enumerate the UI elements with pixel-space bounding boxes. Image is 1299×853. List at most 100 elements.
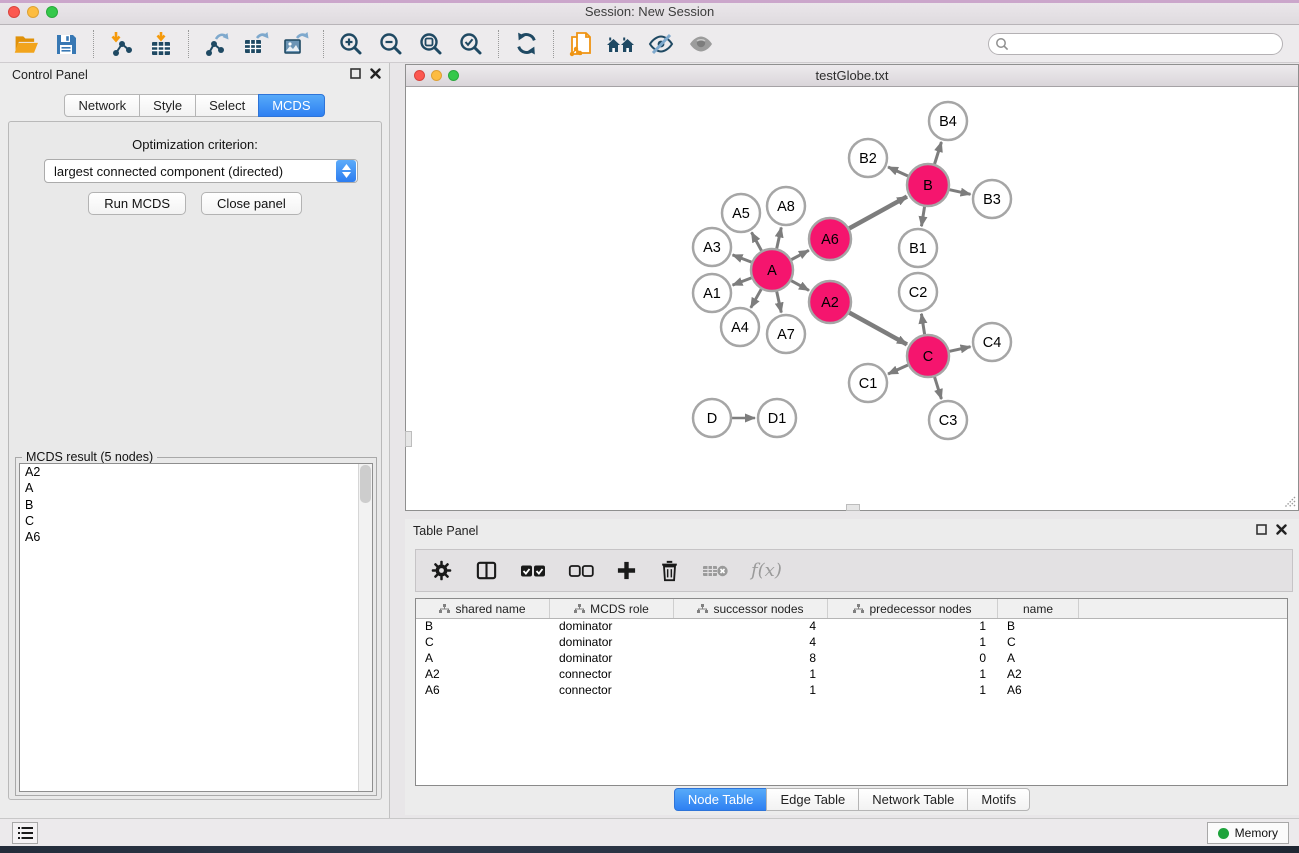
graph-edge-C-C4[interactable] (949, 347, 970, 352)
graph-edge-A-A5[interactable] (752, 232, 762, 250)
table-cell[interactable]: dominator (550, 635, 674, 651)
scrollbar-track[interactable] (358, 464, 372, 791)
column-header-shared-name[interactable]: shared name (416, 599, 550, 618)
graph-node-A7[interactable]: A7 (767, 315, 805, 353)
export-image-button[interactable] (276, 28, 316, 60)
column-header-MCDS-role[interactable]: MCDS role (550, 599, 674, 618)
graph-edge-B-B1[interactable] (921, 207, 924, 227)
tab-mcds[interactable]: MCDS (258, 94, 324, 117)
graph-edge-B-B2[interactable] (888, 167, 908, 176)
delete-table-button[interactable] (702, 563, 729, 579)
table-row[interactable]: A2connector11A2 (416, 667, 1287, 683)
float-panel-icon[interactable] (350, 68, 361, 79)
graph-node-B3[interactable]: B3 (973, 180, 1011, 218)
tab-edge-table[interactable]: Edge Table (766, 788, 859, 811)
graph-node-A5[interactable]: A5 (722, 194, 760, 232)
tab-network-table[interactable]: Network Table (858, 788, 968, 811)
graph-node-C[interactable]: C (907, 335, 949, 377)
graph-node-A1[interactable]: A1 (693, 274, 731, 312)
search-input[interactable] (988, 33, 1283, 55)
table-cell[interactable]: 1 (828, 635, 998, 651)
function-builder-button[interactable]: f(x) (751, 560, 782, 581)
select-all-columns-button[interactable] (520, 564, 546, 578)
table-cell[interactable]: A (416, 651, 550, 667)
network-window-titlebar[interactable]: testGlobe.txt (406, 65, 1298, 87)
table-cell[interactable]: 1 (828, 619, 998, 635)
mcds-result-item[interactable]: C (20, 513, 372, 529)
criterion-select[interactable]: largest connected component (directed) (44, 159, 358, 183)
graph-node-A8[interactable]: A8 (767, 187, 805, 225)
table-cell[interactable]: 1 (674, 683, 828, 699)
table-cell[interactable]: C (998, 635, 1079, 651)
table-cell[interactable]: A2 (416, 667, 550, 683)
table-cell[interactable]: B (416, 619, 550, 635)
create-column-button[interactable] (616, 560, 637, 581)
graph-edge-C-C2[interactable] (921, 314, 924, 335)
table-cell[interactable]: 0 (828, 651, 998, 667)
table-cell[interactable]: A2 (998, 667, 1079, 683)
table-cell[interactable]: 8 (674, 651, 828, 667)
table-cell[interactable]: dominator (550, 619, 674, 635)
table-row[interactable]: Bdominator41B (416, 619, 1287, 635)
column-header-predecessor-nodes[interactable]: predecessor nodes (828, 599, 998, 618)
graph-node-D1[interactable]: D1 (758, 399, 796, 437)
tab-style[interactable]: Style (139, 94, 196, 117)
import-network-button[interactable] (101, 28, 141, 60)
table-row[interactable]: Adominator80A (416, 651, 1287, 667)
run-mcds-button[interactable]: Run MCDS (88, 192, 186, 215)
table-cell[interactable]: connector (550, 683, 674, 699)
hide-selected-button[interactable] (641, 28, 681, 60)
graph-edge-A-A8[interactable] (777, 227, 782, 248)
column-header-name[interactable]: name (998, 599, 1079, 618)
delete-column-button[interactable] (659, 560, 680, 582)
graph-node-C4[interactable]: C4 (973, 323, 1011, 361)
memory-button[interactable]: Memory (1207, 822, 1289, 844)
zoom-out-button[interactable] (371, 28, 411, 60)
table-cell[interactable]: C (416, 635, 550, 651)
table-cell[interactable]: 1 (828, 667, 998, 683)
graph-edge-A-A6[interactable] (791, 250, 808, 259)
graph-node-C2[interactable]: C2 (899, 273, 937, 311)
table-row[interactable]: A6connector11A6 (416, 683, 1287, 699)
resize-grip-icon[interactable] (1282, 494, 1296, 508)
clone-network-button[interactable] (561, 28, 601, 60)
close-panel-button[interactable]: Close panel (201, 192, 302, 215)
graph-edge-A-A2[interactable] (791, 281, 809, 291)
scrollbar-thumb[interactable] (360, 465, 371, 503)
mcds-result-item[interactable]: B (20, 497, 372, 513)
table-cell[interactable]: dominator (550, 651, 674, 667)
export-network-button[interactable] (196, 28, 236, 60)
table-cell[interactable]: 1 (674, 667, 828, 683)
table-cell[interactable]: A6 (998, 683, 1079, 699)
graph-edge-A-A7[interactable] (777, 291, 782, 312)
zoom-fit-button[interactable] (411, 28, 451, 60)
mcds-result-item[interactable]: A (20, 480, 372, 496)
export-table-button[interactable] (236, 28, 276, 60)
graph-node-B[interactable]: B (907, 164, 949, 206)
table-cell[interactable]: 4 (674, 635, 828, 651)
save-session-button[interactable] (46, 28, 86, 60)
network-canvas[interactable]: B4B2BB3A5A8A6B1A3AA1C2A2A4A7C4CC1C3DD1 (406, 87, 1298, 510)
mcds-result-item[interactable]: A2 (20, 464, 372, 480)
show-all-button[interactable] (681, 28, 721, 60)
table-row[interactable]: Cdominator41C (416, 635, 1287, 651)
graph-edge-A-A3[interactable] (733, 255, 752, 262)
task-history-button[interactable] (12, 822, 38, 844)
tab-node-table[interactable]: Node Table (674, 788, 768, 811)
graph-edge-A2-C[interactable] (849, 313, 907, 345)
deselect-all-columns-button[interactable] (568, 564, 594, 578)
table-cell[interactable]: connector (550, 667, 674, 683)
graph-node-C1[interactable]: C1 (849, 364, 887, 402)
graph-node-C3[interactable]: C3 (929, 401, 967, 439)
float-panel-icon[interactable] (1256, 524, 1267, 535)
graph-node-A[interactable]: A (751, 249, 793, 291)
graph-edge-A6-B[interactable] (849, 197, 907, 229)
graph-edge-B-B3[interactable] (949, 190, 970, 195)
zoom-in-button[interactable] (331, 28, 371, 60)
tab-motifs[interactable]: Motifs (967, 788, 1030, 811)
split-view-button[interactable] (475, 559, 498, 582)
graph-node-D[interactable]: D (693, 399, 731, 437)
close-panel-icon[interactable] (370, 68, 381, 79)
graph-edge-C-C1[interactable] (888, 365, 908, 374)
zoom-selected-button[interactable] (451, 28, 491, 60)
